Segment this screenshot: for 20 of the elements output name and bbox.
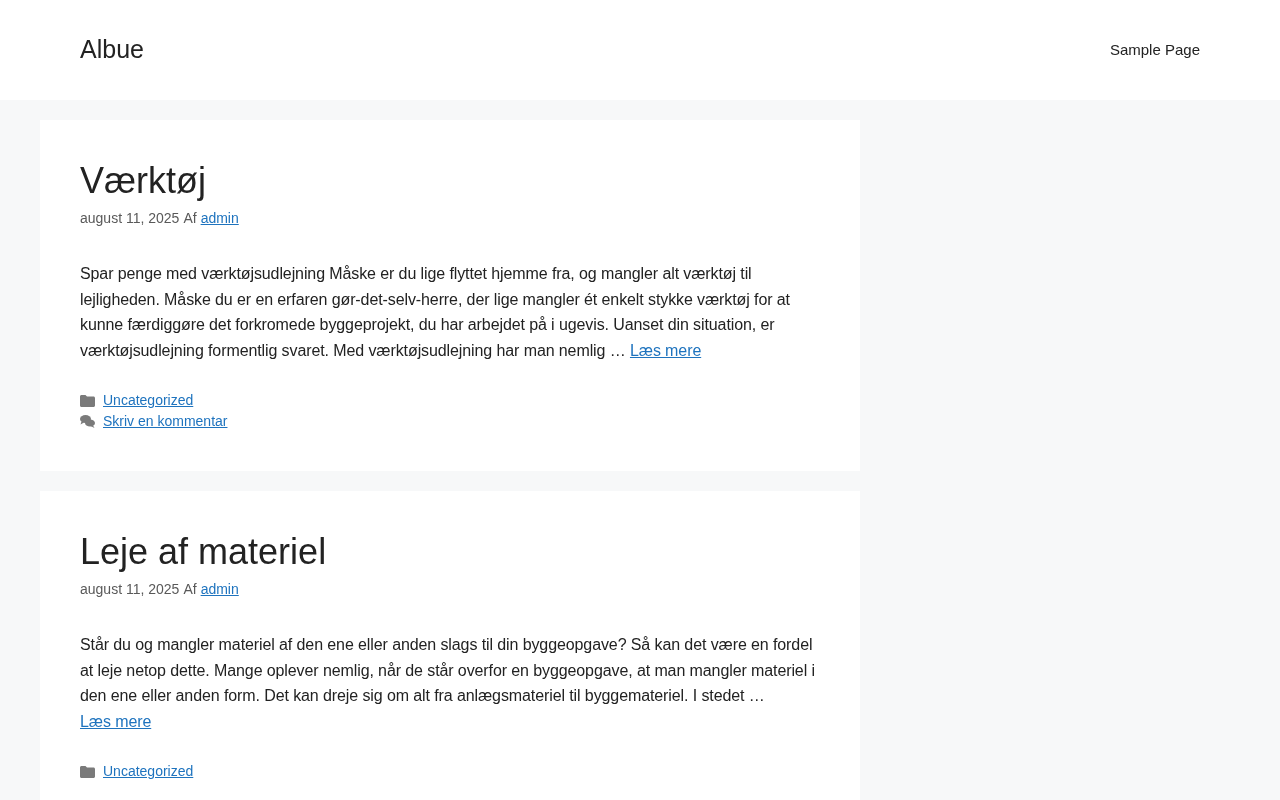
- author-link[interactable]: admin: [200, 579, 239, 599]
- post-date: august 11, 2025: [80, 580, 180, 599]
- post-date: august 11, 2025: [80, 209, 180, 228]
- folder-icon: [80, 394, 95, 407]
- byline-text: Af: [183, 209, 197, 228]
- folder-icon: [80, 765, 95, 778]
- read-more-link[interactable]: Læs mere: [629, 341, 702, 359]
- post-title[interactable]: Værktøj: [80, 158, 820, 204]
- comments-icon: [80, 415, 95, 428]
- category-link[interactable]: Uncategorized: [103, 390, 194, 411]
- byline-text: Af: [183, 580, 197, 599]
- author-link[interactable]: admin: [200, 208, 239, 228]
- read-more-link[interactable]: Læs mere: [80, 712, 152, 730]
- nav-link[interactable]: Sample Page: [1109, 38, 1200, 62]
- site-title[interactable]: Albue: [80, 31, 144, 69]
- comment-link[interactable]: Skriv en kommentar: [103, 411, 228, 432]
- post-excerpt: Står du og mangler materiel af den ene eller anden slags til din byggeopgave? Så kan det være en fordel at leje netop dette. Mange oplever nemlig, når de står overfor en byggeopgave, at man mangler materiel i den ene eller anden form. Det kan dreje sig om alt fra anlægsmateriel til byggemateriel. I stedet … Læs mere: [80, 635, 816, 732]
- post-excerpt: Spar penge med værktøjsudlejning Måske er du lige flyttet hjemme fra, og mangler alt værktøj til lejligheden. Måske du er en erfaren gør-det-selv-herre, der lige mangler ét enkelt stykke værktøj for at kunne færdiggøre det forkromede byggeprojekt, du har arbejdet på i ugevis. Uanset din situation, er værktøjsudlejning formentlig svaret. Med værktøjsudlejning har man nemlig … Læs mere: [80, 264, 791, 361]
- post-title[interactable]: Leje af materiel: [80, 529, 820, 575]
- category-link[interactable]: Uncategorized: [103, 761, 194, 782]
